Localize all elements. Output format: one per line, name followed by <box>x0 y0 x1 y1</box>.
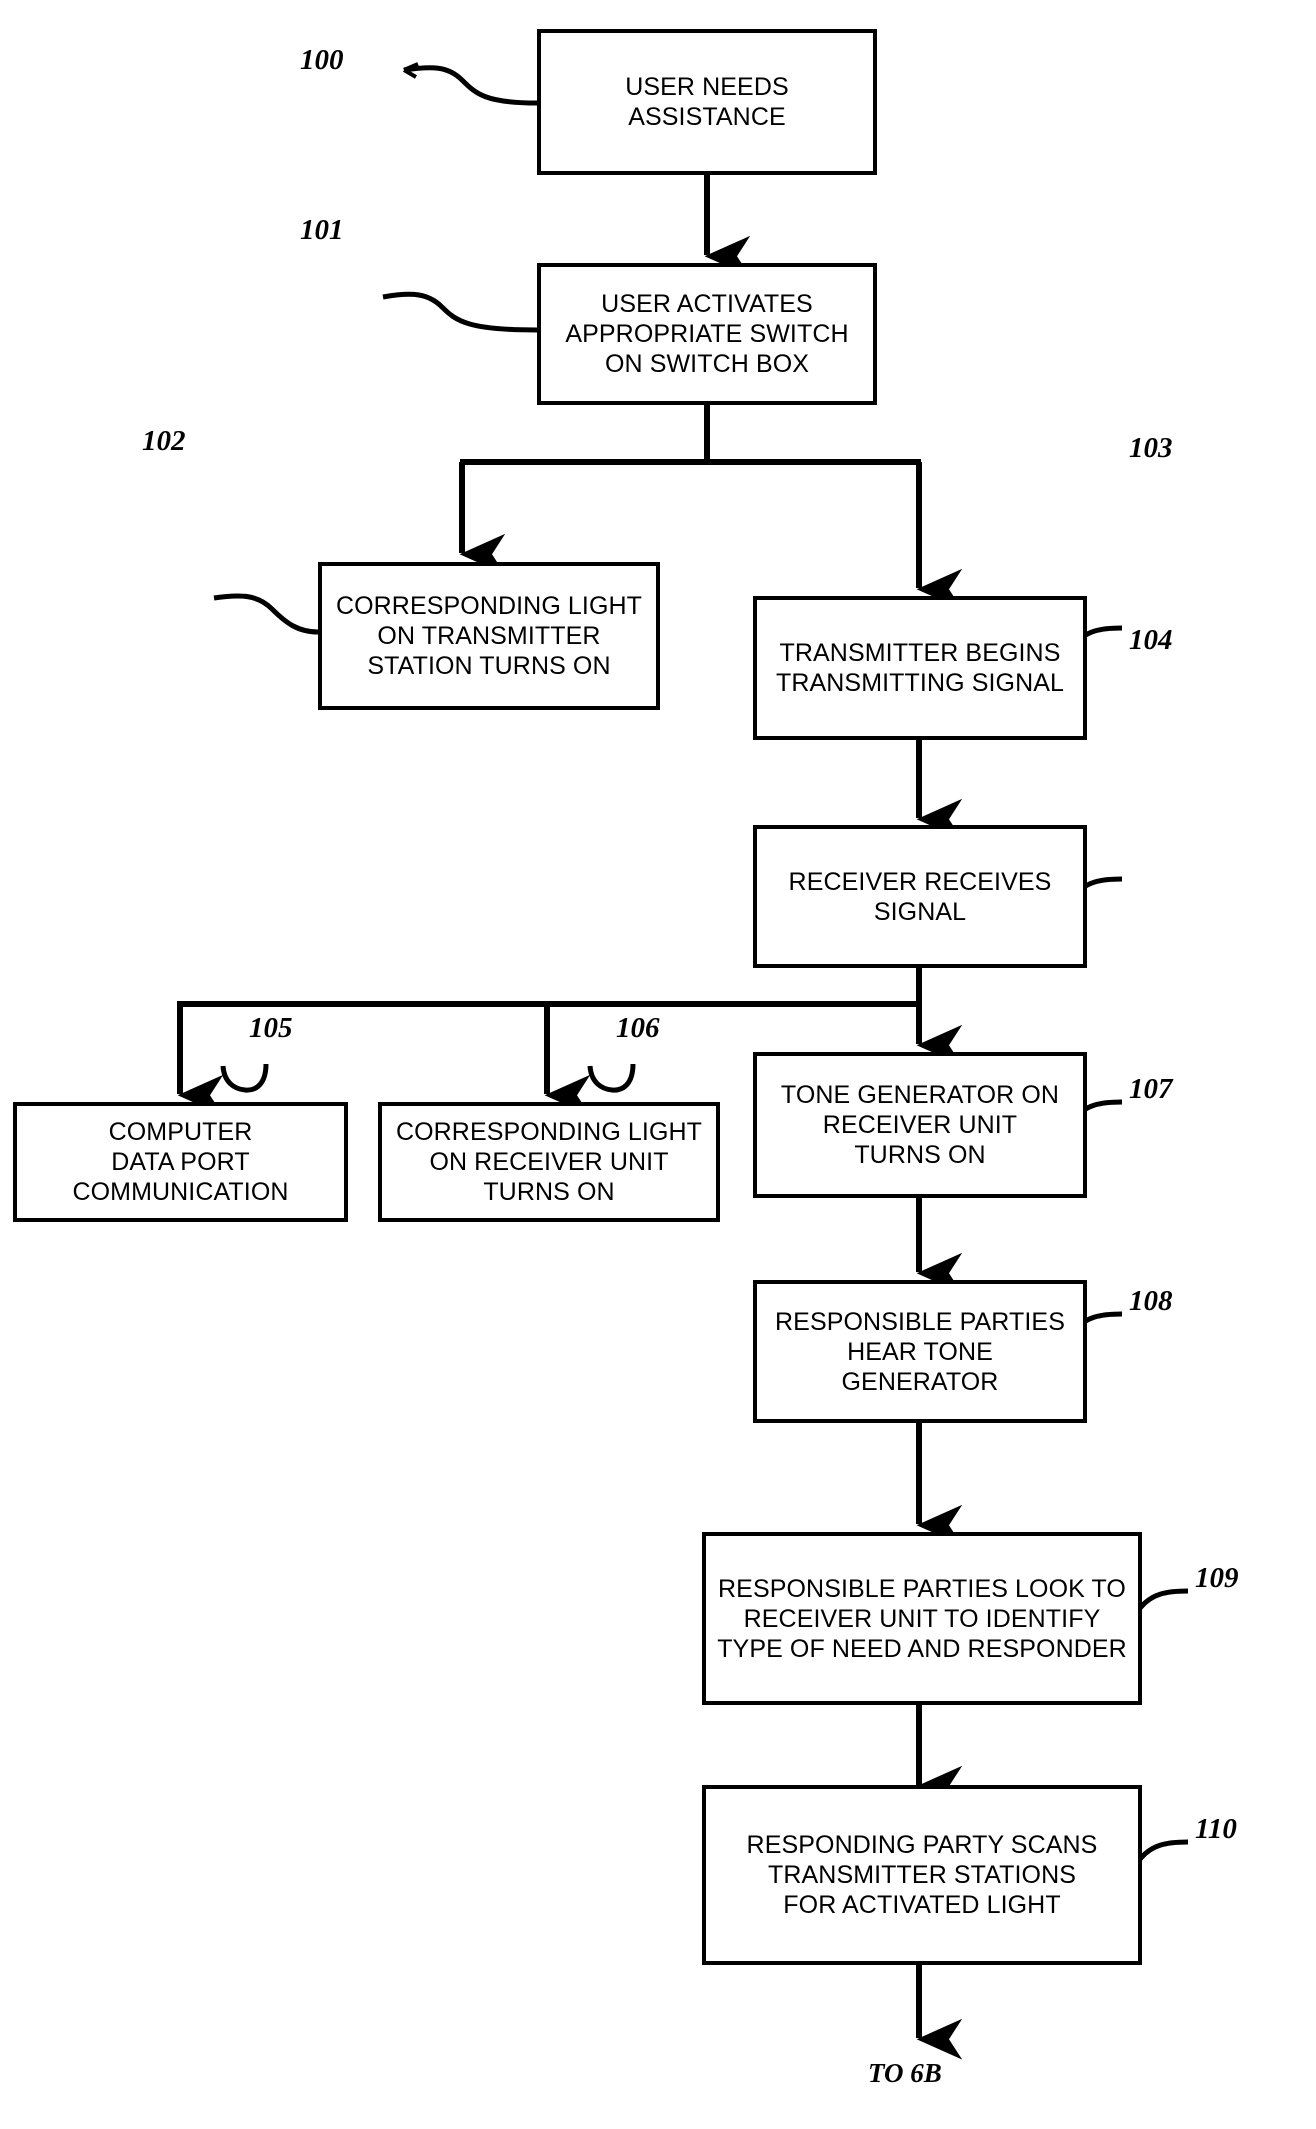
flow-node-102-line-1: CORRESPONDING LIGHT <box>335 592 643 620</box>
flow-node-106[interactable]: CORRESPONDING LIGHT ON RECEIVER UNIT TUR… <box>378 1102 720 1222</box>
flow-node-101-line-1: USER ACTIVATES <box>601 290 813 318</box>
reference-numeral-106: 106 <box>616 1012 660 1044</box>
flow-node-104[interactable]: RECEIVER RECEIVES SIGNAL <box>753 825 1087 968</box>
end-marker-label: TO 6B <box>868 2058 942 2088</box>
connector-101-split <box>459 405 963 610</box>
flow-node-106-line-2: ON RECEIVER UNIT <box>429 1148 669 1176</box>
flow-node-103[interactable]: TRANSMITTER BEGINS TRANSMITTING SIGNAL <box>753 596 1087 740</box>
reference-numeral-105: 105 <box>249 1012 293 1044</box>
leader-line-101 <box>382 291 538 333</box>
flow-node-105[interactable]: COMPUTER DATA PORT COMMUNICATION <box>13 1102 348 1222</box>
flow-node-105-line-2: DATA PORT <box>111 1148 250 1176</box>
flow-node-103-line-2: TRANSMITTING SIGNAL <box>775 669 1065 697</box>
flow-node-110-line-3: FOR ACTIVATED LIGHT <box>783 1891 1061 1919</box>
leader-line-106 <box>587 1063 636 1093</box>
flow-node-105-line-3: COMMUNICATION <box>72 1178 289 1206</box>
flow-node-101[interactable]: USER ACTIVATES APPROPRIATE SWITCH ON SWI… <box>537 263 877 405</box>
flow-node-100-line-2: ASSISTANCE <box>628 103 786 131</box>
flow-node-100-line-1: USER NEEDS <box>625 73 789 101</box>
flow-node-107-line-1: TONE GENERATOR ON <box>780 1081 1060 1109</box>
flow-node-106-line-3: TURNS ON <box>483 1178 615 1206</box>
flow-node-102[interactable]: CORRESPONDING LIGHT ON TRANSMITTER STATI… <box>318 562 660 710</box>
leader-line-105 <box>220 1063 269 1093</box>
flow-node-109-line-3: TYPE OF NEED AND RESPONDER <box>717 1634 1127 1663</box>
reference-numeral-102: 102 <box>142 425 186 457</box>
flow-node-109-line-2: RECEIVER UNIT TO IDENTIFY <box>743 1604 1101 1633</box>
flow-node-107-line-2: RECEIVER UNIT <box>822 1111 1018 1139</box>
reference-numeral-107: 107 <box>1129 1073 1173 1105</box>
flow-node-109[interactable]: RESPONSIBLE PARTIES LOOK TO RECEIVER UNI… <box>702 1532 1142 1705</box>
reference-numeral-101: 101 <box>300 214 344 246</box>
flow-node-102-line-3: STATION TURNS ON <box>367 652 611 680</box>
flow-node-108-line-2: HEAR TONE <box>847 1337 993 1366</box>
reference-numeral-100: 100 <box>300 44 344 76</box>
reference-numeral-108: 108 <box>1129 1285 1173 1317</box>
reference-numeral-103: 103 <box>1129 432 1173 464</box>
flow-node-110-line-1: RESPONDING PARTY SCANS <box>746 1831 1098 1859</box>
leader-line-100 <box>402 62 538 106</box>
flow-node-101-line-3: ON SWITCH BOX <box>604 350 810 378</box>
flow-node-107[interactable]: TONE GENERATOR ON RECEIVER UNIT TURNS ON <box>753 1052 1087 1198</box>
flow-node-106-line-1: CORRESPONDING LIGHT <box>395 1118 703 1146</box>
reference-numeral-104: 104 <box>1129 624 1173 656</box>
flowchart-canvas: USER NEEDS ASSISTANCE USER ACTIVATES APP… <box>0 0 1316 2129</box>
flow-node-105-line-1: COMPUTER <box>108 1118 253 1146</box>
reference-numeral-110: 110 <box>1195 1813 1237 1845</box>
flow-node-102-line-2: ON TRANSMITTER <box>377 622 601 650</box>
flow-node-103-line-1: TRANSMITTER BEGINS <box>779 639 1061 667</box>
flow-node-104-line-1: RECEIVER RECEIVES <box>788 867 1052 896</box>
flow-node-110[interactable]: RESPONDING PARTY SCANS TRANSMITTER STATI… <box>702 1785 1142 1965</box>
flow-node-108-line-3: GENERATOR <box>841 1367 999 1396</box>
flow-node-104-line-2: SIGNAL <box>873 897 967 926</box>
flow-node-108[interactable]: RESPONSIBLE PARTIES HEAR TONE GENERATOR <box>753 1280 1087 1423</box>
flow-node-109-line-1: RESPONSIBLE PARTIES LOOK TO <box>718 1574 1126 1603</box>
reference-numeral-109: 109 <box>1195 1562 1239 1594</box>
flow-node-100[interactable]: USER NEEDS ASSISTANCE <box>537 29 877 175</box>
flow-node-110-line-2: TRANSMITTER STATIONS <box>767 1861 1077 1889</box>
flow-node-107-line-3: TURNS ON <box>854 1141 986 1169</box>
flow-node-108-line-1: RESPONSIBLE PARTIES <box>775 1307 1065 1336</box>
flow-node-101-line-2: APPROPRIATE SWITCH <box>565 320 849 348</box>
leader-line-102 <box>213 593 319 635</box>
